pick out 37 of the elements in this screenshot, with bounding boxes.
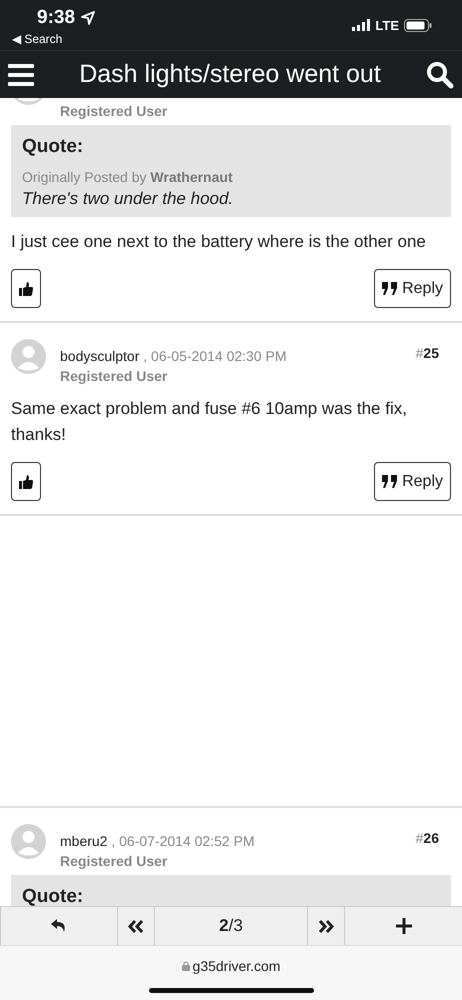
search-icon[interactable] xyxy=(426,60,454,88)
site-domain[interactable]: g35driver.com xyxy=(192,958,280,974)
lock-icon xyxy=(182,961,190,971)
menu-icon[interactable] xyxy=(8,64,34,86)
quote-heading: Quote: xyxy=(22,136,84,158)
quote-attribution: Originally Posted by Wrathernaut xyxy=(22,169,234,185)
reply-arrow-icon[interactable] xyxy=(51,919,67,933)
like-button[interactable] xyxy=(11,269,41,308)
quote-text: There's two under the hood. xyxy=(22,189,234,209)
location-arrow-icon xyxy=(81,11,96,25)
thumbs-up-icon xyxy=(19,474,33,488)
network-label: LTE xyxy=(375,18,399,32)
signal-icon xyxy=(352,19,370,31)
quote-marks-icon xyxy=(382,282,398,295)
page-indicator: 2/3 xyxy=(154,907,307,945)
post-author: bodysculptor , 06-05-2014 02:30 PM xyxy=(60,348,288,364)
plus-icon[interactable] xyxy=(396,918,412,934)
post-number: #26 xyxy=(416,829,440,846)
reply-button[interactable]: Reply xyxy=(374,462,451,501)
last-page-icon[interactable] xyxy=(318,920,334,932)
clock-time: 9:38 xyxy=(37,7,76,29)
thumbs-up-icon xyxy=(19,282,33,296)
user-role: Registered User xyxy=(60,853,168,869)
post-number: #25 xyxy=(416,344,440,361)
user-role: Registered User xyxy=(60,368,168,384)
post-author: mberu2 , 06-07-2014 02:52 PM xyxy=(60,833,256,849)
reply-button[interactable]: Reply xyxy=(374,269,451,308)
battery-icon xyxy=(404,18,432,32)
quote-marks-icon xyxy=(382,475,398,488)
user-role: Registered User xyxy=(60,103,168,119)
first-page-icon[interactable] xyxy=(128,920,144,932)
like-button[interactable] xyxy=(11,462,41,501)
post-text: Same exact problem and fuse #6 10amp was the fix, thanks! xyxy=(11,398,408,446)
thread-title: Dash lights/stereo went out xyxy=(78,60,382,89)
quote-heading: Quote: xyxy=(22,886,84,906)
back-link[interactable]: ◀ Search xyxy=(12,32,96,46)
post-text: I just cee one next to the battery where is the other one xyxy=(11,231,427,253)
